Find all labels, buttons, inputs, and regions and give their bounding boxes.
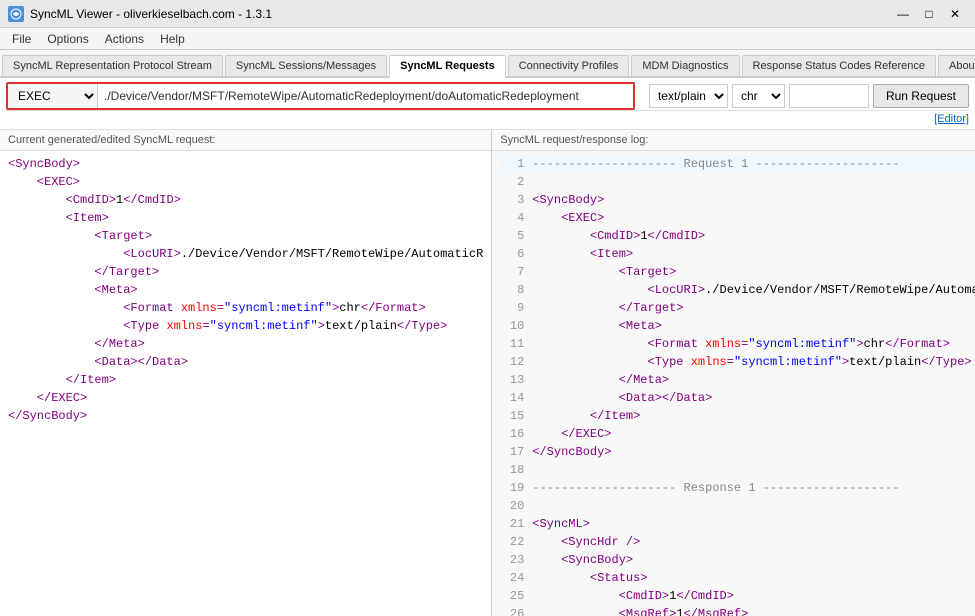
- tab-connectivity[interactable]: Connectivity Profiles: [508, 55, 630, 76]
- menu-file[interactable]: File: [4, 30, 39, 48]
- log-line: 15 </Item>: [500, 407, 975, 425]
- code-line: <EXEC>: [8, 173, 483, 191]
- format-area: text/plain int bool node xml chr int boo…: [649, 84, 969, 108]
- tab-sessions[interactable]: SyncML Sessions/Messages: [225, 55, 387, 76]
- tab-representation[interactable]: SyncML Representation Protocol Stream: [2, 55, 223, 76]
- value-input[interactable]: [789, 84, 869, 108]
- log-line: 12 <Type xmlns="syncml:metinf">text/plai…: [500, 353, 975, 371]
- log-line: 7 <Target>: [500, 263, 975, 281]
- title-bar: SyncML Viewer - oliverkieselbach.com - 1…: [0, 0, 975, 28]
- menu-help[interactable]: Help: [152, 30, 193, 48]
- code-line: <Type xmlns="syncml:metinf">text/plain</…: [8, 317, 483, 335]
- code-line: <Meta>: [8, 281, 483, 299]
- log-line: 5 <CmdID>1</CmdID>: [500, 227, 975, 245]
- log-line: 18: [500, 461, 975, 479]
- left-panel-header: Current generated/edited SyncML request:: [0, 130, 491, 151]
- tab-bar: SyncML Representation Protocol Stream Sy…: [0, 50, 975, 78]
- format-select[interactable]: text/plain int bool node xml: [649, 84, 728, 108]
- left-panel: Current generated/edited SyncML request:…: [0, 130, 492, 616]
- code-line: <Item>: [8, 209, 483, 227]
- run-request-button[interactable]: Run Request: [873, 84, 969, 108]
- log-line: 25 <CmdID>1</CmdID>: [500, 587, 975, 605]
- code-line: </Meta>: [8, 335, 483, 353]
- tab-requests[interactable]: SyncML Requests: [389, 55, 506, 78]
- log-line: 3 <SyncBody>: [500, 191, 975, 209]
- log-line: 19 -------------------- Response 1 -----…: [500, 479, 975, 497]
- log-line: 26 <MsgRef>1</MsgRef>: [500, 605, 975, 616]
- log-line: 14 <Data></Data>: [500, 389, 975, 407]
- uri-input[interactable]: ./Device/Vendor/MSFT/RemoteWipe/Automati…: [98, 84, 633, 108]
- right-panel: SyncML request/response log: 1 ---------…: [492, 130, 975, 616]
- log-line: 16 </EXEC>: [500, 425, 975, 443]
- code-line: <Format xmlns="syncml:metinf">chr</Forma…: [8, 299, 483, 317]
- menu-actions[interactable]: Actions: [97, 30, 152, 48]
- code-line: </Item>: [8, 371, 483, 389]
- title-text: SyncML Viewer - oliverkieselbach.com - 1…: [30, 7, 272, 21]
- log-line: 6 <Item>: [500, 245, 975, 263]
- log-line: 9 </Target>: [500, 299, 975, 317]
- tab-mdm[interactable]: MDM Diagnostics: [631, 55, 739, 76]
- code-line: </SyncBody>: [8, 407, 483, 425]
- app-icon: [8, 6, 24, 22]
- syncml-log-viewer[interactable]: 1 -------------------- Request 1 -------…: [492, 151, 975, 616]
- code-line: </Target>: [8, 263, 483, 281]
- close-button[interactable]: ✕: [943, 4, 967, 24]
- log-line: 22 <SyncHdr />: [500, 533, 975, 551]
- log-line: 8 <LocURI>./Device/Vendor/MSFT/RemoteWip…: [500, 281, 975, 299]
- code-line: </EXEC>: [8, 389, 483, 407]
- code-line: <SyncBody>: [8, 155, 483, 173]
- syncml-request-editor[interactable]: <SyncBody> <EXEC> <CmdID>1</CmdID> <Item…: [0, 151, 491, 616]
- editor-link[interactable]: [Editor]: [934, 113, 969, 125]
- code-line: <Data></Data>: [8, 353, 483, 371]
- log-line: 1 -------------------- Request 1 -------…: [500, 155, 975, 173]
- main-content: Current generated/edited SyncML request:…: [0, 130, 975, 616]
- tab-response[interactable]: Response Status Codes Reference: [742, 55, 936, 76]
- tab-about[interactable]: About: [938, 55, 975, 76]
- right-panel-header: SyncML request/response log:: [492, 130, 975, 151]
- log-line: 10 <Meta>: [500, 317, 975, 335]
- minimize-button[interactable]: —: [891, 4, 915, 24]
- menu-bar: File Options Actions Help: [0, 28, 975, 50]
- log-line: 13 </Meta>: [500, 371, 975, 389]
- type-select[interactable]: chr int bool bin: [732, 84, 785, 108]
- log-line: 11 <Format xmlns="syncml:metinf">chr</Fo…: [500, 335, 975, 353]
- menu-options[interactable]: Options: [39, 30, 96, 48]
- toolbar-wrapper: EXEC GET SET ADD DELETE REPLACE ./Device…: [0, 78, 975, 130]
- code-line: <CmdID>1</CmdID>: [8, 191, 483, 209]
- code-line: <Target>: [8, 227, 483, 245]
- toolbar: EXEC GET SET ADD DELETE REPLACE ./Device…: [6, 82, 969, 111]
- log-line: 17 </SyncBody>: [500, 443, 975, 461]
- log-line: 21 <SyncML>: [500, 515, 975, 533]
- log-line: 20: [500, 497, 975, 515]
- exec-area: EXEC GET SET ADD DELETE REPLACE ./Device…: [6, 82, 635, 110]
- log-line: 4 <EXEC>: [500, 209, 975, 227]
- log-line: 24 <Status>: [500, 569, 975, 587]
- log-line: 2: [500, 173, 975, 191]
- log-line: 23 <SyncBody>: [500, 551, 975, 569]
- code-line: <LocURI>./Device/Vendor/MSFT/RemoteWipe/…: [8, 245, 483, 263]
- exec-method-select[interactable]: EXEC GET SET ADD DELETE REPLACE: [8, 84, 98, 108]
- maximize-button[interactable]: □: [917, 4, 941, 24]
